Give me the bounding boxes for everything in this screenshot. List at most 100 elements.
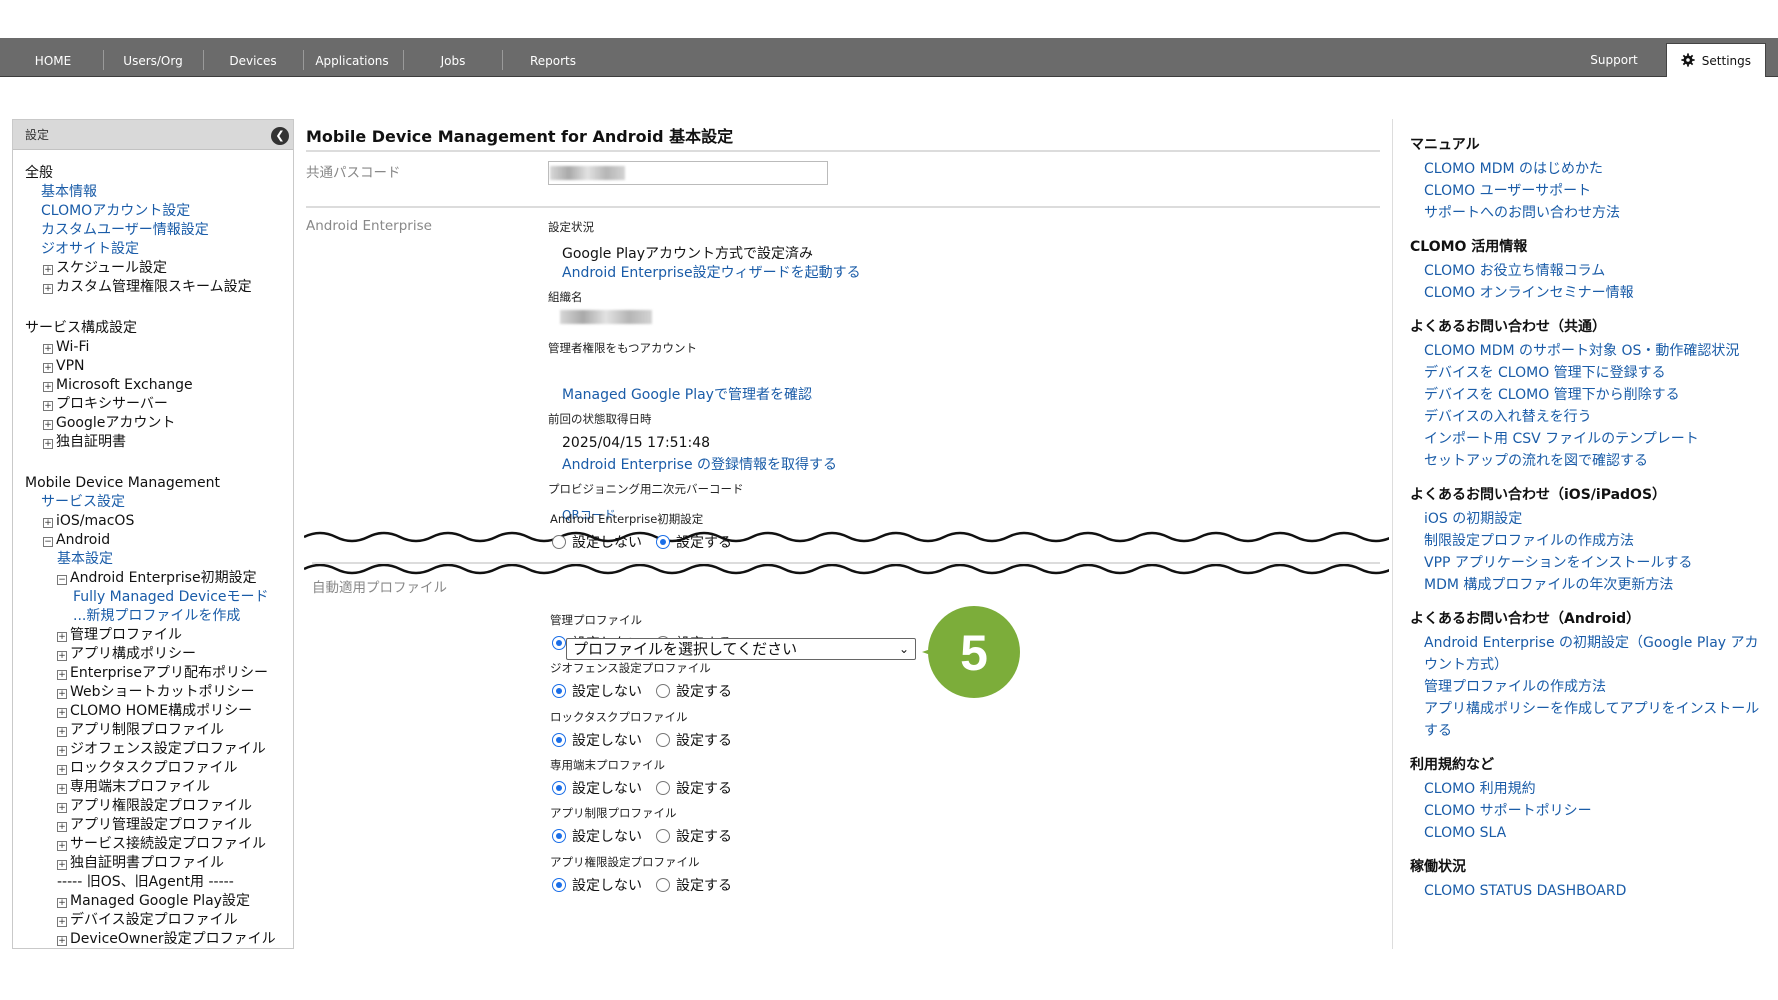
expand-icon[interactable]: + — [57, 841, 67, 851]
radio-option-enable[interactable]: 設定する — [656, 532, 732, 552]
help-link[interactable]: CLOMO オンラインセミナー情報 — [1424, 282, 1770, 304]
expand-icon[interactable]: + — [57, 917, 67, 927]
nav-applications[interactable]: Applications — [308, 38, 396, 76]
help-link[interactable]: CLOMO MDM のサポート対象 OS・動作確認状況 — [1424, 340, 1770, 362]
sidebar-item[interactable]: + アプリ構成ポリシー — [25, 645, 293, 664]
sidebar-item[interactable]: + アプリ管理設定プロファイル — [25, 816, 293, 835]
radio-option-disable[interactable]: 設定しない — [552, 532, 642, 552]
radio-unselected-icon[interactable] — [656, 829, 670, 843]
sidebar-item[interactable]: + Enterpriseアプリ配布ポリシー — [25, 664, 293, 683]
help-link[interactable]: CLOMO 利用規約 — [1424, 778, 1770, 800]
expand-icon[interactable]: + — [57, 632, 67, 642]
sidebar-item[interactable]: + 管理プロファイル — [25, 626, 293, 645]
sidebar-item[interactable]: + Microsoft Exchange — [25, 376, 293, 395]
radio-option-enable[interactable]: 設定する — [656, 730, 732, 750]
help-link[interactable]: Android Enterprise の初期設定（Google Play アカウ… — [1424, 632, 1770, 676]
sidebar-item[interactable]: + 独自証明書プロファイル — [25, 854, 293, 873]
managed-play-admin-link[interactable]: Managed Google Playで管理者を確認 — [562, 384, 812, 404]
expand-icon[interactable]: + — [57, 784, 67, 794]
help-link[interactable]: MDM 構成プロファイルの年次更新方法 — [1424, 574, 1770, 596]
radio-option-disable[interactable]: 設定しない — [552, 875, 642, 895]
help-link[interactable]: デバイスを CLOMO 管理下から削除する — [1424, 384, 1770, 406]
radio-selected-icon[interactable] — [552, 636, 566, 650]
expand-icon[interactable]: + — [57, 670, 67, 680]
radio-option-disable[interactable]: 設定しない — [552, 778, 642, 798]
radio-option-enable[interactable]: 設定する — [656, 778, 732, 798]
radio-selected-icon[interactable] — [656, 535, 670, 549]
ae-wizard-link[interactable]: Android Enterprise設定ウィザードを起動する — [562, 262, 861, 282]
help-link[interactable]: CLOMO SLA — [1424, 822, 1770, 844]
radio-selected-icon[interactable] — [552, 878, 566, 892]
sidebar-item[interactable]: + サービス接続設定プロファイル — [25, 835, 293, 854]
radio-unselected-icon[interactable] — [552, 535, 566, 549]
sidebar-item[interactable]: CLOMOアカウント設定 — [25, 202, 293, 221]
radio-option-disable[interactable]: 設定しない — [552, 681, 642, 701]
radio-option-enable[interactable]: 設定する — [656, 826, 732, 846]
nav-support[interactable]: Support — [1574, 38, 1654, 76]
sidebar-item[interactable]: + 専用端末プロファイル — [25, 778, 293, 797]
help-link[interactable]: CLOMO STATUS DASHBOARD — [1424, 880, 1770, 902]
radio-unselected-icon[interactable] — [656, 878, 670, 892]
expand-icon[interactable]: + — [57, 746, 67, 756]
radio-unselected-icon[interactable] — [656, 684, 670, 698]
radio-selected-icon[interactable] — [552, 684, 566, 698]
fetch-ae-info-link[interactable]: Android Enterprise の登録情報を取得する — [562, 454, 837, 474]
sidebar-item[interactable]: + Webショートカットポリシー — [25, 683, 293, 702]
radio-selected-icon[interactable] — [552, 733, 566, 747]
help-link[interactable]: サポートへのお問い合わせ方法 — [1424, 202, 1770, 224]
help-link[interactable]: CLOMO サポートポリシー — [1424, 800, 1770, 822]
sidebar-item[interactable]: サービス設定 — [25, 493, 293, 512]
sidebar-item[interactable]: + CLOMO HOME構成ポリシー — [25, 702, 293, 721]
radio-option-enable[interactable]: 設定する — [656, 681, 732, 701]
sidebar-item[interactable]: ...新規プロファイルを作成 — [25, 607, 293, 626]
help-link[interactable]: VPP アプリケーションをインストールする — [1424, 552, 1770, 574]
collapse-icon[interactable]: − — [43, 537, 53, 547]
expand-icon[interactable]: + — [43, 518, 53, 528]
profile-select-dropdown[interactable]: プロファイルを選択してください ⌄ — [566, 638, 916, 660]
nav-users-org[interactable]: Users/Org — [110, 38, 196, 76]
help-link[interactable]: デバイスを CLOMO 管理下に登録する — [1424, 362, 1770, 384]
expand-icon[interactable]: + — [43, 439, 53, 449]
sidebar-item[interactable]: + プロキシサーバー — [25, 395, 293, 414]
sidebar-item[interactable]: 基本情報 — [25, 183, 293, 202]
sidebar-item[interactable]: + VPN — [25, 357, 293, 376]
expand-icon[interactable]: + — [57, 860, 67, 870]
help-link[interactable]: CLOMO MDM のはじめかた — [1424, 158, 1770, 180]
radio-selected-icon[interactable] — [552, 829, 566, 843]
sidebar-item[interactable]: ----- 旧OS、旧Agent用 ----- — [25, 873, 293, 892]
help-link[interactable]: CLOMO ユーザーサポート — [1424, 180, 1770, 202]
sidebar-item[interactable]: + アプリ権限設定プロファイル — [25, 797, 293, 816]
expand-icon[interactable]: + — [57, 651, 67, 661]
expand-icon[interactable]: + — [57, 727, 67, 737]
sidebar-item[interactable]: + Managed Google Play設定 — [25, 892, 293, 911]
sidebar-item[interactable]: + スケジュール設定 — [25, 259, 293, 278]
expand-icon[interactable]: + — [43, 401, 53, 411]
radio-option-disable[interactable]: 設定しない — [552, 826, 642, 846]
sidebar-item[interactable]: + iOS/macOS — [25, 512, 293, 531]
nav-home[interactable]: HOME — [14, 38, 92, 76]
expand-icon[interactable]: + — [43, 284, 53, 294]
expand-icon[interactable]: + — [57, 765, 67, 775]
nav-reports[interactable]: Reports — [514, 38, 592, 76]
expand-icon[interactable]: + — [57, 803, 67, 813]
expand-icon[interactable]: + — [57, 936, 67, 946]
sidebar-item[interactable]: Fully Managed Deviceモード — [25, 588, 293, 607]
radio-option-enable[interactable]: 設定する — [656, 875, 732, 895]
help-link[interactable]: CLOMO お役立ち情報コラム — [1424, 260, 1770, 282]
expand-icon[interactable]: + — [43, 363, 53, 373]
sidebar-item[interactable]: + デバイス設定プロファイル — [25, 911, 293, 930]
expand-icon[interactable]: + — [57, 689, 67, 699]
help-link[interactable]: アプリ構成ポリシーを作成してアプリをインストールする — [1424, 698, 1770, 742]
help-link[interactable]: 管理プロファイルの作成方法 — [1424, 676, 1770, 698]
sidebar-item[interactable]: − Android Enterprise初期設定 — [25, 569, 293, 588]
sidebar-item[interactable]: + Wi-Fi — [25, 338, 293, 357]
help-link[interactable]: iOS の初期設定 — [1424, 508, 1770, 530]
sidebar-item[interactable]: − Android — [25, 531, 293, 550]
sidebar-item[interactable]: + 独自証明書 — [25, 433, 293, 452]
expand-icon[interactable]: + — [43, 420, 53, 430]
expand-icon[interactable]: + — [57, 898, 67, 908]
expand-icon[interactable]: + — [43, 382, 53, 392]
sidebar-item[interactable]: + ジオフェンス設定プロファイル — [25, 740, 293, 759]
radio-unselected-icon[interactable] — [656, 781, 670, 795]
sidebar-item[interactable]: ジオサイト設定 — [25, 240, 293, 259]
